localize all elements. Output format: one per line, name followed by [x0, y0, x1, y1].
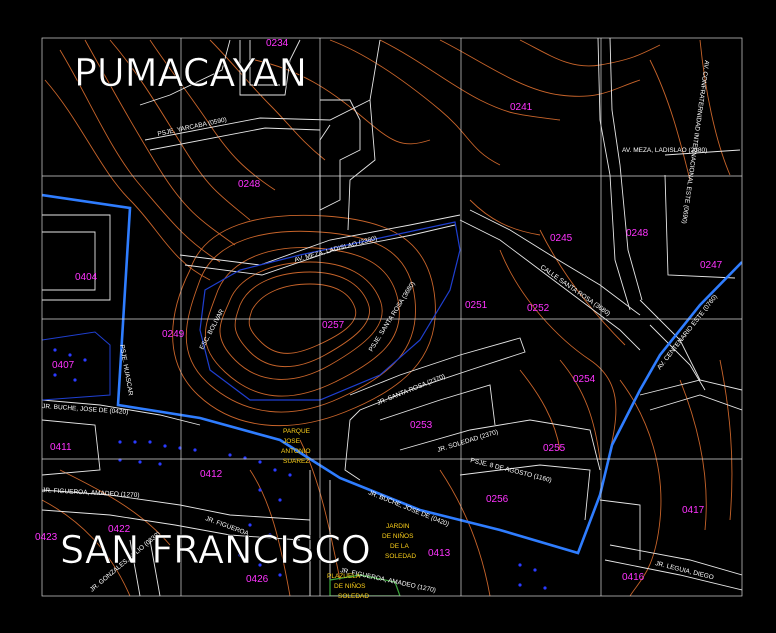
zone-0245: 0245 — [550, 233, 573, 244]
topographic-city-map: PSJE. YARCABA (0590) AV. MEZA, LADISLAO … — [35, 37, 743, 600]
zone-0417: 0417 — [682, 505, 705, 516]
zone-0411: 0411 — [50, 442, 72, 453]
zone-0248-east: 0248 — [626, 228, 649, 239]
street-label-ocho-agosto: PSJE. 8 DE AGOSTO (1160) — [470, 457, 553, 484]
park-parque-line1: PARQUE — [283, 428, 311, 435]
zone-0254: 0254 — [573, 374, 596, 385]
zone-0249: 0249 — [162, 329, 185, 340]
zone-0407: 0407 — [52, 360, 75, 371]
street-label-escalinata: ESC. BOLIVAR — [199, 308, 226, 351]
zone-0256: 0256 — [486, 494, 509, 505]
street-label-huaraz: AV. CENTENARIO ESTE (0760) — [656, 293, 719, 371]
zone-0255: 0255 — [543, 443, 566, 454]
zone-0251: 0251 — [465, 300, 488, 311]
park-plaza-line1: PLAZUELA — [327, 573, 361, 580]
zone-0416: 0416 — [622, 572, 645, 583]
park-parque-line3: ANTONIO — [281, 448, 311, 455]
street-labels: PSJE. YARCABA (0590) AV. MEZA, LADISLAO … — [42, 60, 719, 595]
zone-0252: 0252 — [527, 303, 550, 314]
street-label-leguia: JR. LEGUIA, DIEGO — [655, 560, 715, 581]
zone-0257: 0257 — [322, 320, 345, 331]
zone-0423: 0423 — [35, 532, 58, 543]
zone-0253: 0253 — [410, 420, 433, 431]
street-label-meza-mid: AV. MEZA, LADISLAO (2380) — [294, 235, 378, 264]
street-label-buche-w: JR. BUCHE, JOSE DE (0420) — [42, 403, 129, 416]
zone-0247: 0247 — [700, 260, 723, 271]
park-labels: PARQUE JOSE ANTONIO SUAREZ JARDIN DE NIÑ… — [281, 428, 416, 600]
park-plaza-line2: DE NIÑOS — [334, 581, 366, 590]
park-plaza-line3: SOLEDAD — [338, 593, 369, 600]
park-jardin-line4: SOLEDAD — [385, 553, 416, 560]
zone-0413: 0413 — [428, 548, 451, 559]
street-label-soledad: JR. SOLEDAD (2370) — [437, 429, 500, 454]
park-parque-line4: SUAREZ — [283, 458, 309, 465]
zone-0234: 0234 — [266, 38, 289, 49]
zone-0241: 0241 — [510, 102, 533, 113]
park-jardin-line1: JARDIN — [386, 523, 410, 530]
park-parque-line2: JOSE — [283, 438, 301, 445]
zone-0426: 0426 — [246, 574, 269, 585]
zone-0412: 0412 — [200, 469, 223, 480]
street-label-confraternidad: AV. CONFRATERNIDAD INTERNACIONAL ESTE (0… — [680, 60, 710, 224]
zone-labels: 0234 0241 0248 0245 0248 0247 0404 0249 … — [35, 38, 723, 585]
park-jardin-line2: DE NIÑOS — [382, 531, 414, 540]
zone-0404: 0404 — [75, 272, 98, 283]
zone-0248-north: 0248 — [238, 179, 261, 190]
district-name-pumacayan: PUMACAYAN — [74, 51, 307, 95]
park-jardin-line3: DE LA — [390, 543, 409, 550]
street-label-figueroa-w: JR. FIGUEROA, AMADEO (1270) — [42, 487, 140, 499]
district-name-san-francisco: SAN FRANCISCO — [60, 528, 371, 572]
street-label-santa-rosa-c: CALLE SANTA ROSA (3680) — [539, 264, 612, 318]
